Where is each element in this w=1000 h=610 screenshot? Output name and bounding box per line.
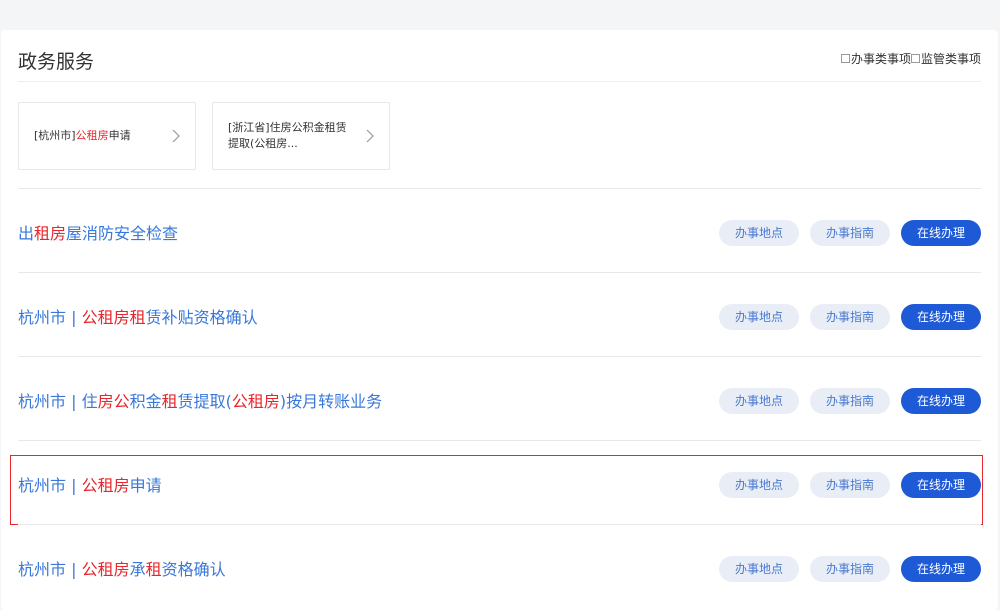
checkbox-icon[interactable] xyxy=(910,54,920,63)
title-text: 屋消防安全检查 xyxy=(66,224,179,243)
panel-header: 政务服务 办事类事项 监管类事项 xyxy=(18,30,981,82)
keyword-highlight: 公租房 xyxy=(231,392,280,411)
title-text: 承 xyxy=(129,560,146,579)
service-list: 出租房屋消防安全检查 办事地点 办事指南 在线办理 杭州市 | 公租房租赁补贴资… xyxy=(10,188,983,608)
location-button[interactable]: 办事地点 xyxy=(718,388,799,414)
title-text: 申请 xyxy=(129,476,162,495)
title-text: 资格确认 xyxy=(161,560,226,579)
title-text: 申请 xyxy=(108,129,131,142)
guide-button[interactable]: 办事指南 xyxy=(809,388,890,414)
service-title-link[interactable]: 出租房屋消防安全检查 xyxy=(18,220,178,244)
service-title-link[interactable]: 杭州市 | 公租房申请 xyxy=(18,472,162,496)
keyword-highlight: 租 xyxy=(34,224,51,243)
filter-affairs-label: 办事类事项 xyxy=(850,52,911,66)
service-row: 杭州市 | 公租房租赁补贴资格确认 办事地点 办事指南 在线办理 xyxy=(18,272,981,356)
keyword-highlight: 公租房 xyxy=(81,476,130,495)
recent-cards: [杭州市]公租房申请 [浙江省]住房公积金租赁提取(公租房... xyxy=(18,102,406,170)
service-card-title: [浙江省]住房公积金租赁提取(公租房... xyxy=(228,120,348,152)
filter-affairs[interactable]: 办事类事项 xyxy=(840,50,911,67)
location-button[interactable]: 办事地点 xyxy=(718,220,799,246)
keyword-highlight: 公 xyxy=(113,392,130,411)
title-text: 杭州市 | xyxy=(18,560,82,579)
location-button[interactable]: 办事地点 xyxy=(718,304,799,330)
title-text: [杭州市] xyxy=(34,129,76,142)
chevron-right-icon xyxy=(172,129,180,143)
service-card[interactable]: [浙江省]住房公积金租赁提取(公租房... xyxy=(212,102,390,170)
guide-button[interactable]: 办事指南 xyxy=(809,472,890,498)
title-text: 赁补贴资格确认 xyxy=(145,308,258,327)
checkbox-icon[interactable] xyxy=(840,54,850,63)
guide-button[interactable]: 办事指南 xyxy=(809,304,890,330)
online-apply-button[interactable]: 在线办理 xyxy=(900,220,981,246)
filter-group: 办事类事项 监管类事项 xyxy=(840,50,981,67)
service-card-title: [杭州市]公租房申请 xyxy=(34,128,154,144)
service-title-link[interactable]: 杭州市 | 住房公积金租赁提取(公租房)按月转账业务 xyxy=(18,388,382,412)
row-actions: 办事地点 办事指南 在线办理 xyxy=(708,472,981,498)
service-row: 出租房屋消防安全检查 办事地点 办事指南 在线办理 xyxy=(18,188,981,272)
chevron-right-icon xyxy=(366,129,374,143)
title-text: )按月转账业务 xyxy=(279,392,383,411)
title-text: 杭州市 | xyxy=(18,476,82,495)
keyword-highlight: 公租房 xyxy=(81,560,130,579)
service-row: 杭州市 | 住房公积金租赁提取(公租房)按月转账业务 办事地点 办事指南 在线办… xyxy=(18,356,981,440)
location-button[interactable]: 办事地点 xyxy=(718,472,799,498)
service-row: 杭州市 | 公租房承租资格确认 办事地点 办事指南 在线办理 xyxy=(18,524,981,608)
panel-title: 政务服务 xyxy=(18,51,95,73)
filter-supervision[interactable]: 监管类事项 xyxy=(910,50,981,67)
government-services-panel: 政务服务 办事类事项 监管类事项 [杭州市]公租房申请 [浙江省]住房公积金租赁… xyxy=(1,30,998,610)
online-apply-button[interactable]: 在线办理 xyxy=(900,556,981,582)
keyword-highlight: 房 xyxy=(50,224,67,243)
service-card[interactable]: [杭州市]公租房申请 xyxy=(18,102,196,170)
online-apply-button[interactable]: 在线办理 xyxy=(900,304,981,330)
location-button[interactable]: 办事地点 xyxy=(718,556,799,582)
title-text: 赁提取( xyxy=(177,392,232,411)
row-actions: 办事地点 办事指南 在线办理 xyxy=(708,304,981,330)
service-title-link[interactable]: 杭州市 | 公租房租赁补贴资格确认 xyxy=(18,304,258,328)
row-actions: 办事地点 办事指南 在线办理 xyxy=(708,220,981,246)
title-text: 积金 xyxy=(129,392,162,411)
row-actions: 办事地点 办事指南 在线办理 xyxy=(708,556,981,582)
service-row-selected: 杭州市 | 公租房申请 办事地点 办事指南 在线办理 xyxy=(10,440,983,525)
keyword-highlight: 公租房 xyxy=(75,129,109,142)
title-text: 出 xyxy=(18,224,35,243)
filter-supervision-label: 监管类事项 xyxy=(920,52,981,66)
title-text: 杭州市 | 住 xyxy=(18,392,98,411)
keyword-highlight: 公租房 xyxy=(81,308,130,327)
keyword-highlight: 租 xyxy=(145,560,162,579)
keyword-highlight: 房 xyxy=(97,392,114,411)
online-apply-button[interactable]: 在线办理 xyxy=(900,388,981,414)
keyword-highlight: 租 xyxy=(161,392,178,411)
title-text: 杭州市 | xyxy=(18,308,82,327)
guide-button[interactable]: 办事指南 xyxy=(809,556,890,582)
online-apply-button[interactable]: 在线办理 xyxy=(900,472,981,498)
guide-button[interactable]: 办事指南 xyxy=(809,220,890,246)
keyword-highlight: 租 xyxy=(129,308,146,327)
service-title-link[interactable]: 杭州市 | 公租房承租资格确认 xyxy=(18,556,226,580)
row-actions: 办事地点 办事指南 在线办理 xyxy=(708,388,981,414)
title-text: [浙江省]住房公积金租赁提取(公租房... xyxy=(228,121,347,150)
